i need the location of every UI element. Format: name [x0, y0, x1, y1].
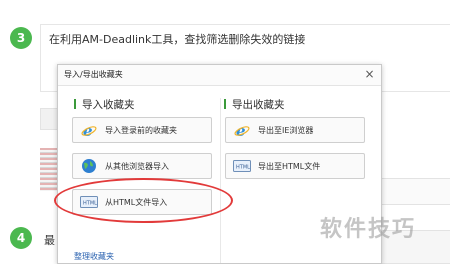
- import-from-other-browser-button[interactable]: 从其他浏览器导入: [72, 153, 212, 179]
- dialog-titlebar: 导入/导出收藏夹 ×: [58, 65, 381, 86]
- export-section-label: 导出收藏夹: [232, 99, 285, 111]
- watermark: 软件技巧: [320, 217, 417, 242]
- organize-favorites-link[interactable]: 整理收藏夹: [74, 251, 114, 262]
- export-to-ie-button[interactable]: e 导出至IE浏览器: [225, 117, 365, 143]
- background-screenshot-strip: [40, 148, 57, 191]
- button-label: 导出至HTML文件: [258, 161, 321, 171]
- step-description: 最: [44, 234, 55, 247]
- section-accent-bar: [74, 99, 76, 109]
- html-file-icon: HTML: [233, 157, 251, 175]
- highlight-circle: [54, 178, 233, 223]
- step-number-badge: 3: [10, 27, 32, 49]
- step-description: 在利用AM-Deadlink工具，查找筛选删除失效的链接: [49, 33, 306, 46]
- button-label: 导入登录前的收藏夹: [105, 125, 177, 135]
- export-section-title: 导出收藏夹: [224, 97, 285, 112]
- svg-text:HTML: HTML: [236, 165, 250, 171]
- step-number-badge: 4: [10, 227, 32, 249]
- ie-icon: e: [233, 121, 251, 139]
- background-screenshot-block: [381, 178, 450, 205]
- close-icon[interactable]: ×: [362, 67, 377, 82]
- dialog-title: 导入/导出收藏夹: [64, 70, 123, 79]
- button-label: 从其他浏览器导入: [105, 161, 169, 171]
- button-label: 导出至IE浏览器: [258, 125, 314, 135]
- section-divider: [220, 98, 221, 263]
- globe-icon: [80, 157, 98, 175]
- export-to-html-file-button[interactable]: HTML 导出至HTML文件: [225, 153, 365, 179]
- import-section-title: 导入收藏夹: [74, 97, 135, 112]
- import-from-pre-login-button[interactable]: e 导入登录前的收藏夹: [72, 117, 212, 143]
- section-accent-bar: [224, 99, 226, 109]
- import-section-label: 导入收藏夹: [82, 99, 135, 111]
- ie-icon: e: [80, 121, 98, 139]
